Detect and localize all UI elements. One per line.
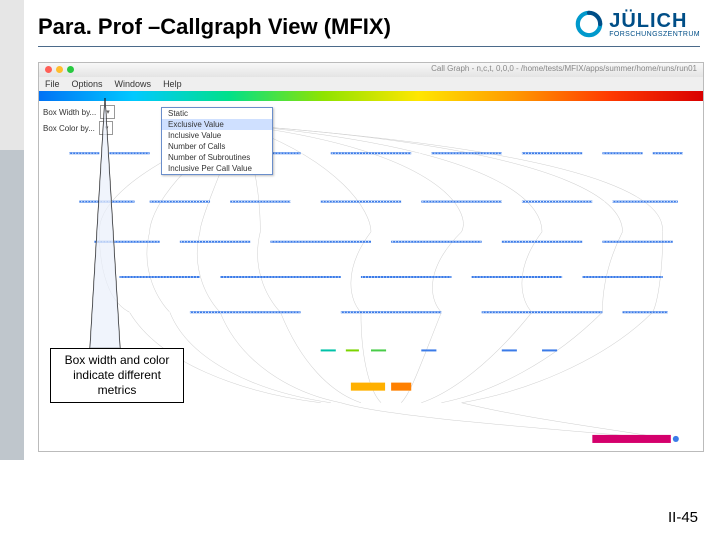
zoom-icon[interactable] (67, 66, 74, 73)
menu-windows[interactable]: Windows (115, 79, 152, 89)
color-spectrum-bar (39, 91, 703, 101)
slide-title: Para. Prof –Callgraph View (MFIX) (38, 14, 391, 40)
brand-name: JÜLICH (609, 11, 700, 31)
slide-left-accent-dark (0, 150, 24, 460)
window-title: Call Graph - n,c,t, 0,0,0 - /home/tests/… (431, 64, 697, 73)
page-number: II-45 (668, 509, 698, 526)
callout-box: Box width and color indicate different m… (50, 348, 184, 403)
menu-options[interactable]: Options (72, 79, 103, 89)
menu-help[interactable]: Help (163, 79, 182, 89)
brand-logo: JÜLICH FORSCHUNGSZENTRUM (575, 10, 700, 38)
popup-item[interactable]: Number of Subroutines (162, 152, 272, 163)
popup-item[interactable]: Exclusive Value (162, 119, 272, 130)
popup-item[interactable]: Inclusive Value (162, 130, 272, 141)
close-icon[interactable] (45, 66, 52, 73)
metric-popup[interactable]: Static Exclusive Value Inclusive Value N… (161, 107, 273, 175)
window-titlebar: Call Graph - n,c,t, 0,0,0 - /home/tests/… (39, 63, 703, 78)
brand-mark-icon (575, 10, 603, 38)
popup-item[interactable]: Inclusive Per Call Value (162, 163, 272, 174)
popup-item[interactable]: Static (162, 108, 272, 119)
popup-item[interactable]: Number of Calls (162, 141, 272, 152)
brand-sub: FORSCHUNGSZENTRUM (609, 31, 700, 38)
minimize-icon[interactable] (56, 66, 63, 73)
menubar: File Options Windows Help (39, 77, 703, 92)
title-divider (38, 46, 700, 47)
menu-file[interactable]: File (45, 79, 60, 89)
